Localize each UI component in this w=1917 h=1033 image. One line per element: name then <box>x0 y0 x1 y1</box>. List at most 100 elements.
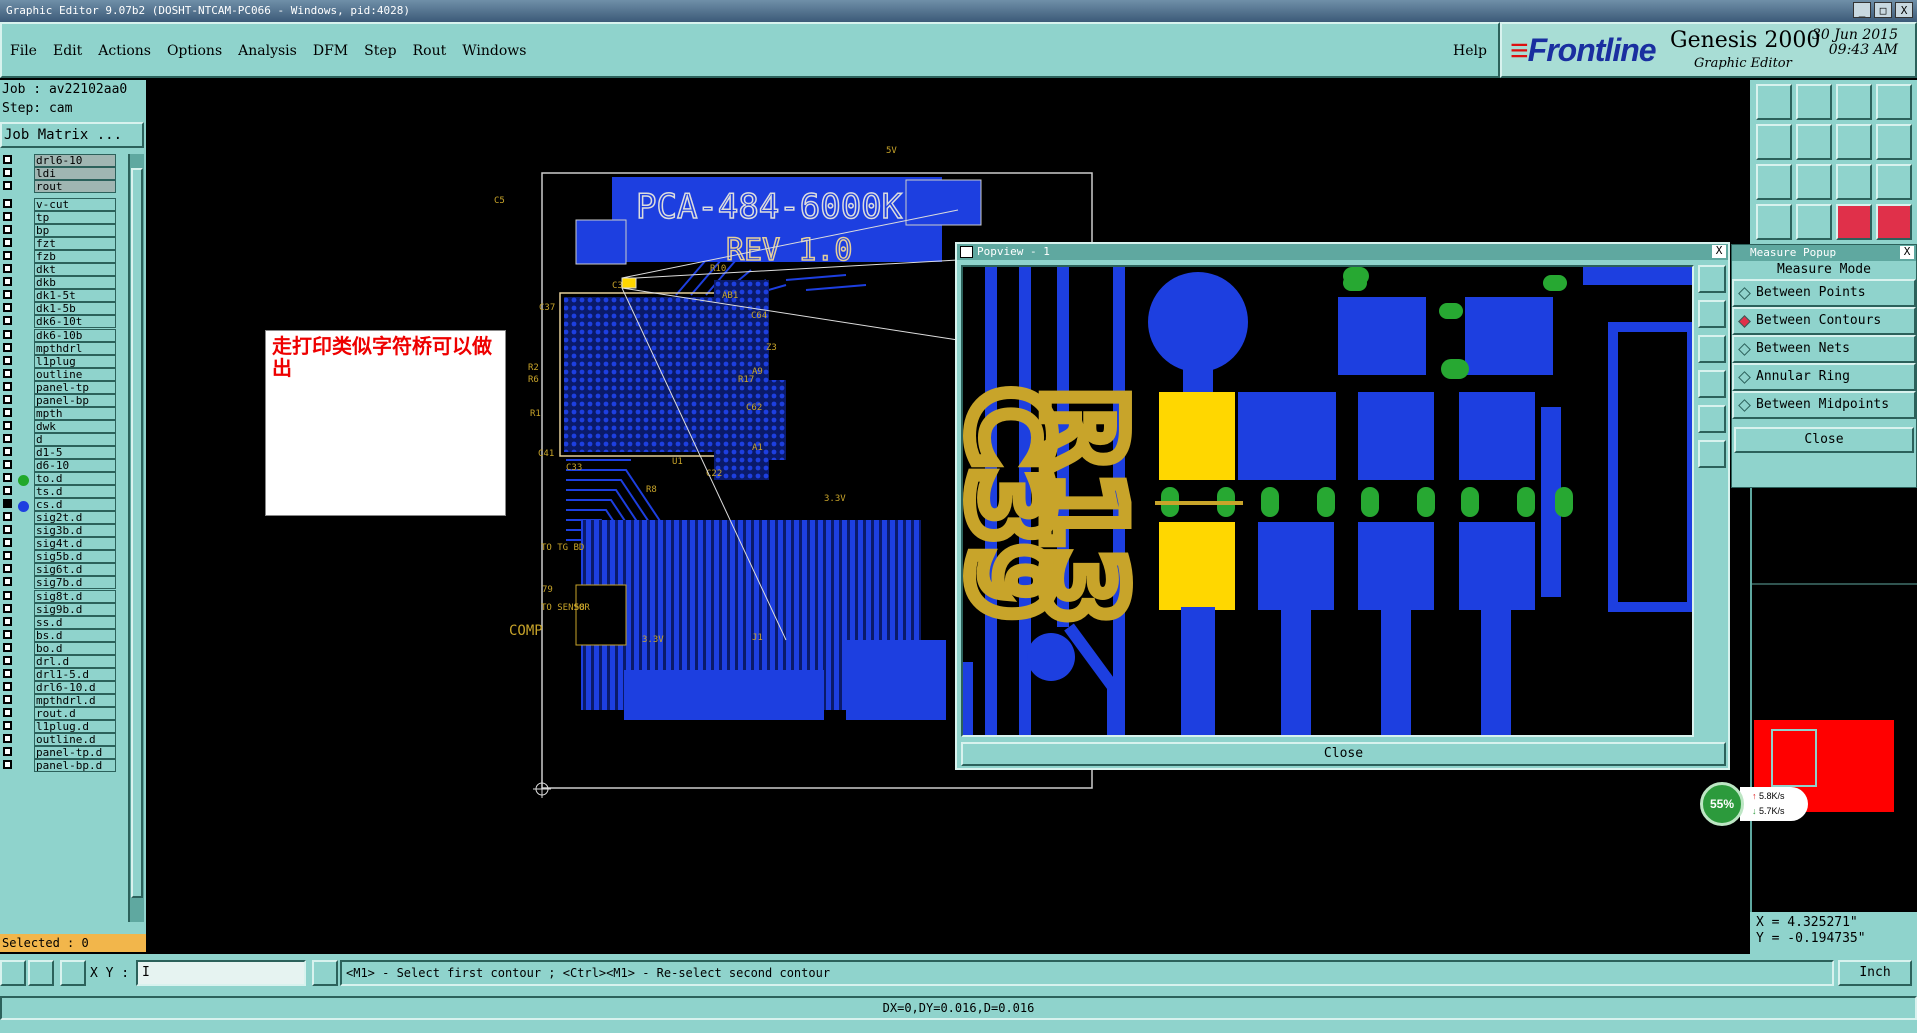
overview-map[interactable] <box>1752 488 1917 954</box>
menu-windows[interactable]: Windows <box>462 43 526 59</box>
layer-name[interactable]: l1plug <box>34 354 116 368</box>
layer-name[interactable]: mpthdrl.d <box>34 693 116 707</box>
overview-panel[interactable] <box>1750 488 1917 954</box>
maximize-button[interactable]: □ <box>1874 2 1892 18</box>
zoom-home-icon[interactable] <box>1698 335 1726 363</box>
layer-name[interactable]: dkb <box>34 276 116 290</box>
layer-checkbox[interactable] <box>3 168 12 177</box>
menu-options[interactable]: Options <box>167 43 222 59</box>
radio-diamond-icon[interactable] <box>1738 371 1751 384</box>
layer-checkbox[interactable] <box>3 316 12 326</box>
layer-name[interactable]: fzb <box>34 250 116 264</box>
layer-name[interactable]: dkt <box>34 263 116 277</box>
layer-checkbox[interactable] <box>3 734 12 744</box>
layer-checkbox[interactable] <box>3 616 12 626</box>
layer-checkbox[interactable] <box>3 181 12 190</box>
layer-down-icon[interactable] <box>1796 84 1832 120</box>
network-speed-widget[interactable]: ↑ 5.8K/s ↓ 5.7K/s 55% <box>1700 782 1810 826</box>
layer-name[interactable]: bo.d <box>34 641 116 655</box>
layer-row[interactable]: v-cut <box>0 198 120 211</box>
home-icon[interactable] <box>1836 84 1872 120</box>
layer-list-scrollbar[interactable] <box>128 154 144 922</box>
layer-row[interactable]: bs.d <box>0 628 120 642</box>
unit-selector[interactable]: Inch <box>1838 960 1912 986</box>
layer-row[interactable]: ts.d <box>0 485 120 499</box>
layer-name[interactable]: bp <box>34 224 116 238</box>
layer-name[interactable]: panel-tp <box>34 380 116 394</box>
layer-checkbox[interactable] <box>3 290 12 300</box>
menu-step[interactable]: Step <box>364 43 396 59</box>
minimize-button[interactable]: _ <box>1853 2 1871 18</box>
layer-checkbox[interactable] <box>3 460 12 469</box>
layer-name[interactable]: ts.d <box>34 485 116 499</box>
layer-row[interactable]: drl6-10.d <box>0 680 120 694</box>
layer-checkbox[interactable] <box>3 538 12 548</box>
measure-titlebar[interactable]: Measure Popup X <box>1732 245 1916 261</box>
layer-row[interactable]: dk1-5t <box>0 289 120 303</box>
layer-row[interactable]: outline.d <box>0 733 120 747</box>
layer-checkbox[interactable] <box>3 721 12 730</box>
layer-row[interactable]: drl6-10 <box>0 154 120 167</box>
measure-close-button[interactable]: Close <box>1734 427 1914 453</box>
layer-row[interactable]: drl1-5.d <box>0 667 120 681</box>
layer-row[interactable]: l1plug <box>0 354 120 368</box>
layer-name[interactable]: l1plug.d <box>34 720 116 733</box>
layer-name[interactable]: panel-bp.d <box>34 759 116 773</box>
layer-row[interactable]: sig2t.d <box>0 511 120 525</box>
layer-name[interactable]: dk1-5t <box>34 289 116 303</box>
layer-checkbox[interactable] <box>3 681 12 691</box>
measure-option[interactable]: Between Contours <box>1732 307 1916 335</box>
layer-row[interactable]: rout <box>0 180 120 193</box>
layer-row[interactable]: sig8t.d <box>0 589 120 603</box>
menu-analysis[interactable]: Analysis <box>238 43 297 59</box>
layer-row[interactable]: sig3b.d <box>0 524 120 538</box>
layer-name[interactable]: cs.d <box>34 498 116 512</box>
layer-row[interactable]: drl.d <box>0 654 120 668</box>
blank-tool-icon[interactable] <box>1796 204 1832 240</box>
layer-name[interactable]: bs.d <box>34 628 116 642</box>
layer-row[interactable]: panel-tp.d <box>0 746 120 760</box>
radio-diamond-icon[interactable] <box>1738 343 1751 356</box>
layer-name[interactable]: d6-10 <box>34 459 116 472</box>
close-icon[interactable]: X <box>1900 246 1914 259</box>
layer-checkbox[interactable] <box>3 551 12 561</box>
layer-checkbox[interactable] <box>3 707 12 717</box>
zoom-out-icon[interactable] <box>1698 300 1726 328</box>
layer-checkbox[interactable] <box>3 329 12 339</box>
layer-checkbox[interactable] <box>3 577 12 587</box>
swap-icon[interactable] <box>1836 124 1872 160</box>
layer-name[interactable]: mpthdrl <box>34 341 116 355</box>
net-select-icon[interactable] <box>1836 204 1872 240</box>
layer-name[interactable]: sig2t.d <box>34 511 116 525</box>
layer-row[interactable]: dkb <box>0 276 120 290</box>
move-left-icon[interactable] <box>1756 124 1792 160</box>
layer-name[interactable]: drl1-5.d <box>34 667 116 681</box>
job-matrix-button[interactable]: Job Matrix ... <box>0 122 144 148</box>
layer-row[interactable]: bp <box>0 224 120 238</box>
menu-rout[interactable]: Rout <box>413 43 447 59</box>
layer-name[interactable]: d1-5 <box>34 445 116 459</box>
xy-input[interactable]: I <box>136 960 306 986</box>
zoom-area-icon[interactable] <box>1698 440 1726 468</box>
layer-row[interactable]: cs.d <box>0 498 120 513</box>
layer-row[interactable]: bo.d <box>0 641 120 655</box>
layer-name[interactable]: ss.d <box>34 615 116 629</box>
radio-diamond-icon[interactable] <box>1738 287 1751 300</box>
layer-checkbox[interactable] <box>3 473 12 483</box>
measure-option[interactable]: Between Midpoints <box>1732 391 1916 419</box>
layer-checkbox[interactable] <box>3 355 12 365</box>
layer-name[interactable]: sig8t.d <box>34 589 116 603</box>
layer-checkbox[interactable] <box>3 629 12 639</box>
measure-option[interactable]: Between Nets <box>1732 335 1916 363</box>
zoom-icon[interactable] <box>1796 164 1832 200</box>
layer-name[interactable]: mpth <box>34 406 116 420</box>
move-right-icon[interactable] <box>1796 124 1832 160</box>
layer-name[interactable]: panel-bp <box>34 393 116 407</box>
layer-checkbox[interactable] <box>3 394 12 404</box>
measure-tool-icon[interactable] <box>1756 204 1792 240</box>
radio-diamond-icon[interactable] <box>1738 399 1751 412</box>
layer-name[interactable]: v-cut <box>34 198 116 211</box>
menu-dfm[interactable]: DFM <box>313 43 348 59</box>
menu-file[interactable]: File <box>10 43 37 59</box>
keyboard-icon[interactable] <box>312 960 338 986</box>
